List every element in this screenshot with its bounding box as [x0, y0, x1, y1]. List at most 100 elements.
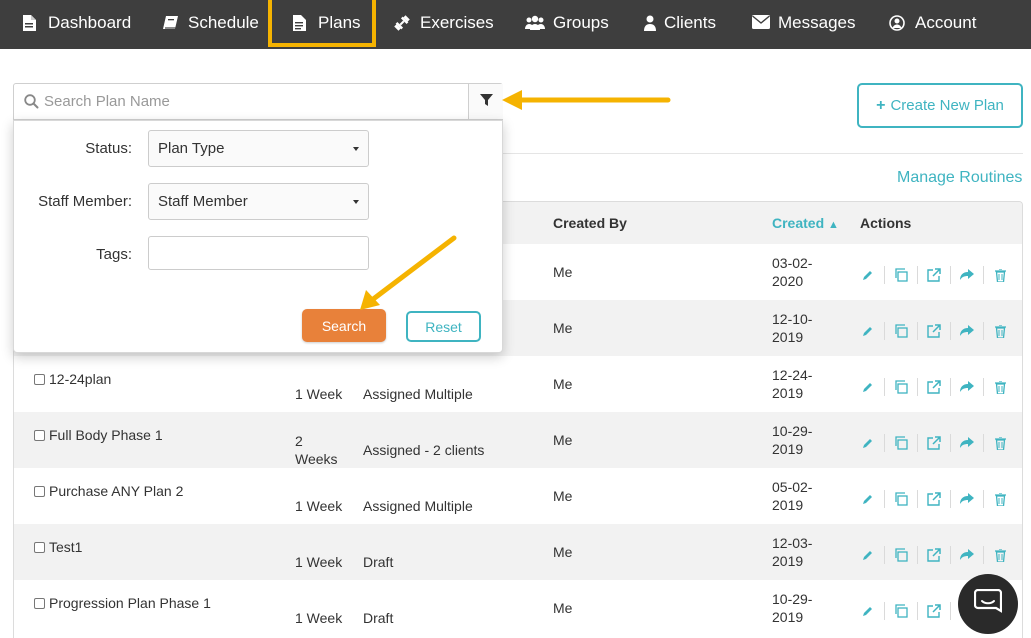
share-icon[interactable]	[959, 491, 975, 507]
status-select[interactable]: Plan Type	[148, 130, 369, 167]
row-checkbox[interactable]	[34, 430, 45, 441]
action-separator	[884, 266, 885, 284]
nav-account[interactable]: Account	[889, 0, 976, 45]
search-bar	[13, 83, 503, 120]
external-link-icon[interactable]	[926, 603, 942, 619]
edit-icon[interactable]	[860, 267, 876, 283]
nav-clients[interactable]: Clients	[644, 0, 716, 45]
search-icon	[24, 94, 39, 114]
manage-routines-link[interactable]: Manage Routines	[897, 169, 1022, 187]
row-checkbox[interactable]	[34, 542, 45, 553]
external-link-icon[interactable]	[926, 435, 942, 451]
row-checkbox[interactable]	[34, 598, 45, 609]
share-icon[interactable]	[959, 547, 975, 563]
row-checkbox[interactable]	[34, 486, 45, 497]
header-created-by: Created By	[553, 215, 627, 231]
trash-icon[interactable]	[992, 267, 1008, 283]
staff-member-select[interactable]: Staff Member	[148, 183, 369, 220]
external-link-icon[interactable]	[926, 547, 942, 563]
nav-groups[interactable]: Groups	[525, 0, 609, 45]
plan-status: Draft	[363, 610, 394, 626]
external-link-icon[interactable]	[926, 267, 942, 283]
copy-icon[interactable]	[893, 267, 909, 283]
top-navbar: Dashboard Schedule Plans Exercises Group…	[0, 0, 1031, 49]
header-created[interactable]: Created ▲︎	[772, 215, 839, 231]
copy-icon[interactable]	[893, 603, 909, 619]
edit-icon[interactable]	[860, 603, 876, 619]
tags-input[interactable]	[148, 236, 369, 270]
search-button[interactable]: Search	[302, 309, 386, 342]
plan-created-date: 05-02- 2019	[772, 479, 813, 513]
action-separator	[917, 266, 918, 284]
trash-icon[interactable]	[992, 435, 1008, 451]
action-separator	[884, 322, 885, 340]
sort-icon: ▲︎	[828, 219, 839, 231]
nav-clients-label: Clients	[664, 12, 716, 32]
share-icon[interactable]	[959, 379, 975, 395]
copy-icon[interactable]	[893, 323, 909, 339]
plan-created-date: 10-29- 2019	[772, 591, 813, 625]
plan-name-cell: Progression Plan Phase 1	[34, 594, 211, 612]
action-separator	[884, 434, 885, 452]
trash-icon[interactable]	[992, 491, 1008, 507]
nav-exercises-label: Exercises	[420, 12, 494, 32]
copy-icon[interactable]	[893, 435, 909, 451]
edit-icon[interactable]	[860, 435, 876, 451]
arrow-to-filter	[502, 90, 671, 110]
action-separator	[884, 490, 885, 508]
nav-schedule[interactable]: Schedule	[162, 0, 259, 45]
plan-duration: 1 Week	[295, 498, 343, 514]
reset-button[interactable]: Reset	[406, 311, 481, 342]
chat-icon	[973, 588, 1003, 620]
trash-icon[interactable]	[992, 379, 1008, 395]
staff-member-select-value: Staff Member	[158, 193, 248, 210]
trash-icon[interactable]	[992, 323, 1008, 339]
edit-icon[interactable]	[860, 323, 876, 339]
plan-name: Test1	[49, 539, 83, 555]
share-icon[interactable]	[959, 435, 975, 451]
edit-icon[interactable]	[860, 491, 876, 507]
nav-messages[interactable]: Messages	[752, 0, 855, 45]
share-icon[interactable]	[959, 267, 975, 283]
plan-duration: 2 Weeks	[295, 433, 338, 467]
plans-highlight-box	[268, 0, 376, 47]
header-actions: Actions	[860, 215, 912, 231]
plan-name: 12-24plan	[49, 371, 112, 387]
external-link-icon[interactable]	[926, 379, 942, 395]
table-row: Purchase ANY Plan 2 1 Week Assigned Multip…	[14, 468, 1022, 524]
action-separator	[950, 546, 951, 564]
status-label: Status:	[85, 140, 132, 157]
nav-exercises[interactable]: Exercises	[394, 0, 494, 45]
chat-launcher-button[interactable]	[958, 574, 1018, 634]
action-separator	[950, 378, 951, 396]
external-link-icon[interactable]	[926, 491, 942, 507]
plan-created-by: Me	[553, 600, 573, 616]
action-separator	[983, 322, 984, 340]
plan-duration: 1 Week	[295, 554, 343, 570]
row-checkbox[interactable]	[34, 374, 45, 385]
copy-icon[interactable]	[893, 547, 909, 563]
plan-created-date: 12-03- 2019	[772, 535, 813, 569]
file-icon	[22, 14, 40, 31]
plus-icon: +	[876, 96, 886, 114]
action-separator	[917, 546, 918, 564]
copy-icon[interactable]	[893, 379, 909, 395]
search-input[interactable]	[44, 84, 464, 119]
trash-icon[interactable]	[992, 547, 1008, 563]
user-icon	[644, 15, 656, 31]
nav-dashboard[interactable]: Dashboard	[22, 0, 131, 45]
create-new-plan-button[interactable]: + Create New Plan	[857, 83, 1023, 128]
edit-icon[interactable]	[860, 547, 876, 563]
external-link-icon[interactable]	[926, 323, 942, 339]
share-icon[interactable]	[959, 323, 975, 339]
plan-created-date: 12-24- 2019	[772, 367, 813, 401]
copy-icon[interactable]	[893, 491, 909, 507]
envelope-icon	[752, 14, 770, 31]
table-row: 12-24plan 1 Week Assigned Multiple Me 12-24-…	[14, 356, 1022, 412]
filter-button[interactable]	[468, 84, 503, 119]
user-circle-icon	[889, 14, 907, 31]
plan-created-by: Me	[553, 264, 573, 280]
row-actions	[860, 322, 1008, 340]
edit-icon[interactable]	[860, 379, 876, 395]
action-separator	[884, 602, 885, 620]
